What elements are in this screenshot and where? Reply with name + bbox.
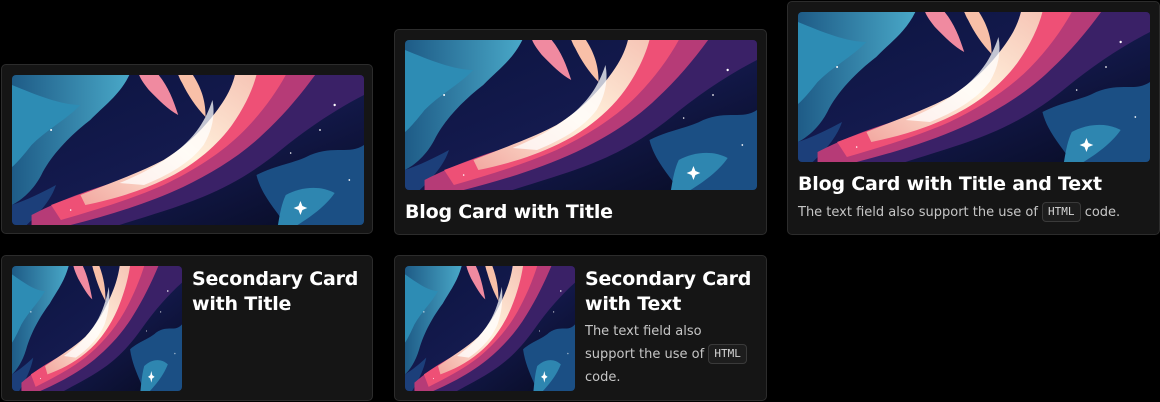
card-text-line-2-wrap: support the use of HTML <box>585 343 761 366</box>
card-text-before: The text field also support the use of <box>798 205 1038 220</box>
code-snippet: HTML <box>1042 202 1081 222</box>
card-text-line-1: The text field also <box>585 324 702 339</box>
secondary-card-with-text[interactable]: Secondary Card with Text The text field … <box>394 255 767 401</box>
card-text-line-2: support the use of <box>585 347 705 362</box>
secondary-card-with-title[interactable]: Secondary Card with Title <box>1 255 373 401</box>
card-image <box>405 266 575 391</box>
card-title-line-2: with Text <box>585 293 682 315</box>
card-image <box>798 12 1150 162</box>
card-title: Blog Card with Title <box>405 201 613 223</box>
blog-card-with-title-and-text[interactable]: Blog Card with Title and Text The text f… <box>787 1 1160 235</box>
card-image <box>405 40 757 190</box>
code-snippet: HTML <box>708 344 747 364</box>
card-title-line-1: Secondary Card <box>585 268 752 290</box>
card-text-after: code. <box>1084 205 1121 220</box>
card-title-line-1: Secondary Card <box>192 268 359 290</box>
card-text: The text field also support the use of H… <box>585 320 761 389</box>
card-text: The text field also support the use of H… <box>798 201 1120 224</box>
image-card[interactable] <box>1 64 373 234</box>
card-title: Secondary Card with Title <box>192 267 368 317</box>
card-text-line-3: code. <box>585 370 621 385</box>
card-title: Secondary Card with Text <box>585 267 761 317</box>
card-image <box>12 75 364 225</box>
blog-card-with-title[interactable]: Blog Card with Title <box>394 29 767 235</box>
card-image <box>12 266 182 391</box>
card-title-line-2: with Title <box>192 293 292 315</box>
card-title: Blog Card with Title and Text <box>798 173 1102 195</box>
